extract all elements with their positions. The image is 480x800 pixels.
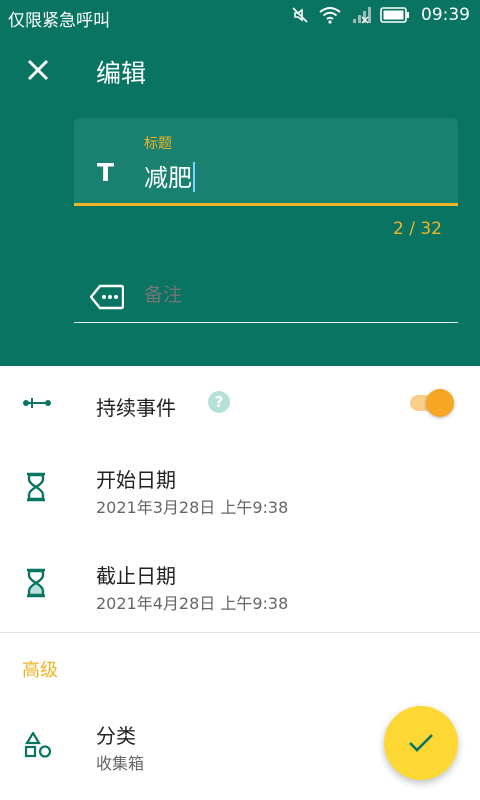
title-input-box[interactable] — [74, 118, 458, 204]
hourglass-icon — [27, 472, 45, 502]
shapes-icon — [24, 732, 52, 758]
char-counter: 2 / 32 — [393, 219, 442, 239]
toggle-thumb — [426, 389, 454, 417]
start-date-row[interactable]: 开始日期 2021年3月28日 上午9:38 — [0, 442, 480, 538]
status-icons: 09:39 — [291, 5, 470, 25]
duration-event-row[interactable]: 持续事件 — [0, 366, 480, 442]
battery-icon — [380, 7, 409, 23]
end-date-value: 2021年4月28日 上午9:38 — [96, 594, 289, 613]
title-label: 标题 — [144, 136, 172, 152]
tag-icon — [90, 284, 124, 310]
advanced-section-title: 高级 — [22, 660, 58, 681]
carrier-text: 仅限紧急呼叫 — [8, 11, 110, 31]
start-date-label: 开始日期 — [96, 468, 176, 492]
close-icon[interactable] — [24, 56, 52, 84]
title-value: 减肥 — [144, 164, 192, 192]
note-underline — [74, 322, 458, 323]
duration-event-toggle[interactable] — [410, 388, 454, 418]
end-date-label: 截止日期 — [96, 564, 176, 588]
timeline-icon — [23, 398, 51, 408]
text-cursor — [193, 162, 195, 192]
check-icon — [409, 734, 433, 752]
category-value: 收集箱 — [96, 754, 145, 773]
start-date-value: 2021年3月28日 上午9:38 — [96, 498, 289, 517]
title-input[interactable]: 减肥 — [144, 158, 195, 193]
mute-icon — [292, 7, 308, 23]
category-label: 分类 — [96, 724, 136, 748]
status-bar: 仅限紧急呼叫 09:39 — [0, 0, 480, 34]
hourglass-icon — [27, 568, 45, 598]
signal-icon — [353, 7, 371, 24]
help-icon[interactable]: ? — [208, 391, 230, 413]
clock-time: 09:39 — [421, 5, 470, 25]
note-input[interactable] — [144, 284, 444, 306]
end-date-row[interactable]: 截止日期 2021年4月28日 上午9:38 — [0, 538, 480, 632]
wifi-icon — [319, 7, 341, 24]
save-fab-button[interactable] — [384, 706, 458, 780]
duration-event-label: 持续事件 — [96, 396, 176, 420]
title-underline — [74, 203, 458, 206]
page-title: 编辑 — [96, 59, 147, 88]
text-icon: T — [97, 158, 115, 187]
edit-header: 编辑 T 标题 减肥 2 / 32 — [0, 34, 480, 366]
section-divider — [0, 632, 480, 633]
